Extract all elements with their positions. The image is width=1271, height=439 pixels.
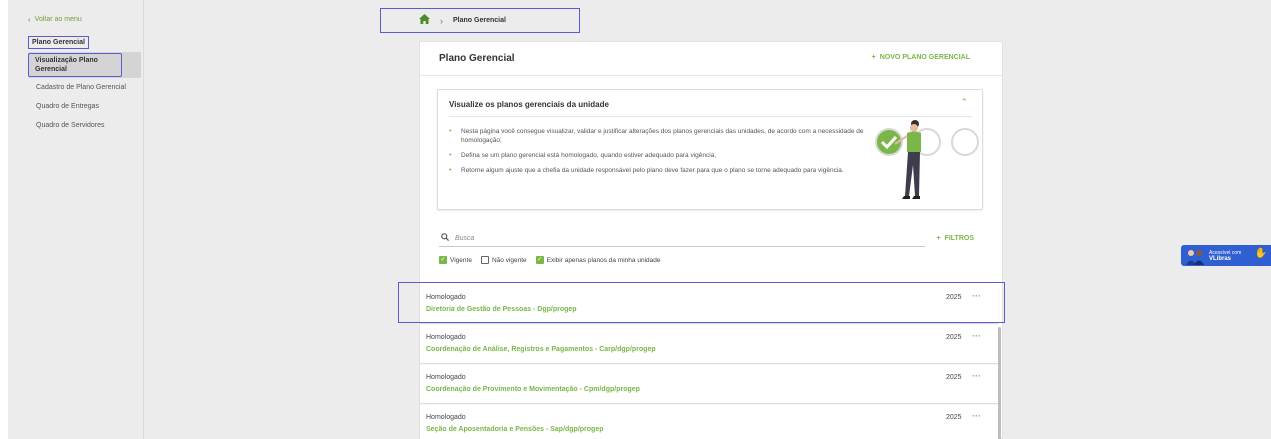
plan-year: 2025 [946, 414, 962, 421]
sidebar-item-cadastro[interactable]: Cadastro de Plano Gerencial [36, 84, 126, 91]
chevron-right-icon: › [440, 15, 443, 26]
checkbox-checked-icon: ✓ [439, 256, 447, 264]
checkbox-label: Não vigente [491, 256, 527, 264]
plan-year: 2025 [946, 294, 962, 301]
info-bullet: • Retorne algum ajuste que a chefia da un… [449, 167, 844, 174]
plan-name[interactable]: Coordenação de Análise, Registros e Paga… [426, 346, 656, 353]
sidebar-item-entregas[interactable]: Quadro de Entregas [36, 103, 99, 110]
plan-status: Homologado [426, 414, 466, 421]
chevron-up-icon[interactable]: ⌃ [960, 97, 968, 108]
info-bullet: • Defina se um plano gerencial está homol… [449, 152, 717, 159]
plus-icon: + [871, 54, 876, 61]
checkbox-label: Vigente [450, 256, 472, 264]
hand-sign-icon: ✋ [1254, 248, 1267, 259]
new-plan-label: NOVO PLANO GERENCIAL [879, 54, 970, 61]
plan-year: 2025 [946, 334, 962, 341]
checkbox-vigente[interactable]: ✓ Vigente [439, 256, 472, 264]
sidebar-item-servidores[interactable]: Quadro de Servidores [36, 122, 104, 129]
info-title: Visualize os planos gerenciais da unidad… [449, 100, 609, 109]
checkbox-checked-icon: ✓ [535, 256, 544, 264]
plan-row[interactable]: Homologado Coordenação de Provimento e M… [420, 365, 998, 404]
breadcrumb: › Plano Gerencial [380, 8, 580, 33]
info-panel: Visualize os planos gerenciais da unidad… [437, 89, 983, 210]
page-title: Plano Gerencial [439, 53, 515, 64]
plan-row[interactable]: Homologado Diretoria de Gestão de Pessoa… [420, 285, 998, 324]
new-plan-button[interactable]: + NOVO PLANO GERENCIAL [872, 54, 970, 61]
checkbox-unchecked-icon [480, 256, 489, 264]
plan-row[interactable]: Homologado Coordenação de Análise, Regis… [420, 325, 998, 364]
more-options-icon[interactable]: ··· [972, 291, 981, 301]
search-placeholder: Busca [455, 234, 475, 242]
sidebar-item-label: Visualização Plano Gerencial [28, 53, 122, 77]
divider [420, 75, 1002, 76]
info-bullet: • Nesta página você consegue visualizar, … [449, 128, 864, 144]
vlibras-avatars-icon [1186, 249, 1204, 265]
more-options-icon[interactable]: ··· [972, 411, 981, 421]
main-card: Plano Gerencial + NOVO PLANO GERENCIAL V… [419, 41, 1003, 439]
plus-icon: + [936, 235, 941, 242]
chevron-left-icon: ‹ [28, 15, 31, 24]
more-options-icon[interactable]: ··· [972, 371, 981, 381]
plan-name[interactable]: Diretoria de Gestão de Pessoas - Dgp/pro… [426, 306, 577, 313]
info-bullets: • Nesta página você consegue visualizar, … [449, 127, 869, 181]
back-to-menu-link[interactable]: ‹ Voltar ao menu [28, 15, 82, 24]
search-input[interactable]: Busca [439, 230, 925, 247]
sidebar-item-visualizacao[interactable]: Visualização Plano Gerencial [28, 52, 141, 78]
vlibras-text: Acessível com VLibras [1209, 249, 1242, 262]
divider [449, 116, 972, 117]
scrollbar[interactable] [998, 327, 1001, 439]
sidebar-section-title: Plano Gerencial [28, 36, 89, 49]
more-options-icon[interactable]: ··· [972, 331, 981, 341]
plan-status: Homologado [426, 294, 466, 301]
plan-name[interactable]: Coordenação de Provimento e Movimentação… [426, 386, 640, 393]
plan-status: Homologado [426, 374, 466, 381]
vlibras-widget[interactable]: Acessível com VLibras ✋ [1181, 245, 1271, 266]
filters-button[interactable]: + FILTROS [936, 235, 974, 242]
filter-checkboxes: ✓ Vigente Não vigente ✓ Exibir apenas pl… [439, 256, 664, 264]
checkbox-label: Exibir apenas planos da minha unidade [546, 256, 661, 264]
plan-year: 2025 [946, 374, 962, 381]
search-icon [441, 233, 450, 243]
breadcrumb-current: Plano Gerencial [453, 17, 506, 24]
sidebar: ‹ Voltar ao menu Plano Gerencial Visuali… [8, 0, 144, 439]
checklist-illustration [875, 120, 979, 199]
checkbox-nao-vigente[interactable]: Não vigente [480, 256, 527, 264]
home-icon[interactable] [419, 14, 430, 27]
back-label: Voltar ao menu [34, 16, 82, 23]
plan-status: Homologado [426, 334, 466, 341]
checkbox-minha-unidade[interactable]: ✓ Exibir apenas planos da minha unidade [535, 256, 661, 264]
plan-row[interactable]: Homologado Seção de Aposentadoria e Pens… [420, 405, 998, 439]
window-edge [0, 0, 8, 439]
plan-name[interactable]: Seção de Aposentadoria e Pensões - Sap/d… [426, 426, 604, 433]
filters-label: FILTROS [944, 235, 974, 242]
